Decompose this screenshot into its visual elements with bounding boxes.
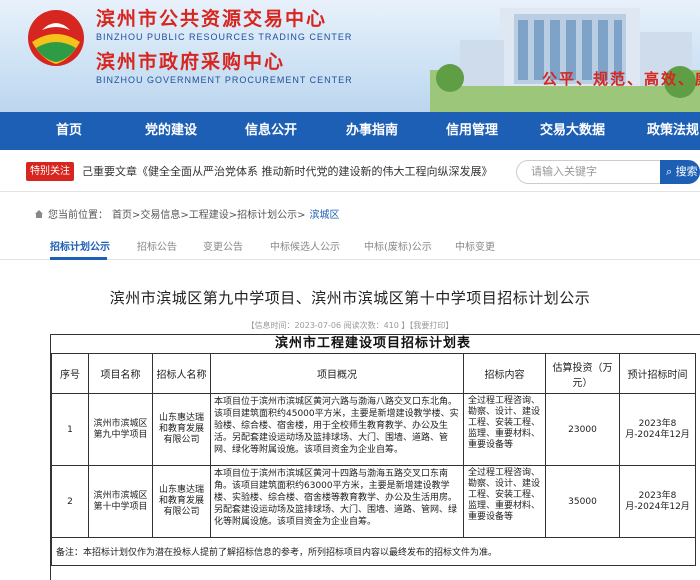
row-overview: 本项目位于滨州市滨城区黄河六路与渤海八路交叉口东北角。该项目建筑面积约45000…: [210, 393, 464, 466]
tab-award[interactable]: 中标(废标)公示: [364, 238, 432, 253]
plan-table: 序号 项目名称 招标人名称 项目概况 招标内容 估算投资（万元） 预计招标时间 …: [51, 353, 696, 566]
search-button-label: 搜索: [675, 165, 698, 178]
col-header-content: 招标内容: [463, 353, 546, 394]
row-project-name: 滨州市滨城区第十中学项目: [88, 465, 153, 538]
special-focus-tag: 特别关注: [26, 162, 74, 181]
building-illustration: [430, 8, 700, 112]
nav-item-big-data[interactable]: 交易大数据: [540, 112, 605, 150]
org-name-cn: 滨州市公共资源交易中心: [96, 8, 328, 30]
table-header-row: 序号 项目名称 招标人名称 项目概况 招标内容 估算投资（万元） 预计招标时间: [51, 353, 696, 394]
site-logo: [28, 10, 84, 66]
breadcrumb: 您当前位置： 首页>交易信息>工程建设>招标计划公示> 滨城区: [34, 206, 340, 221]
slogan: 公平、规范、高效、廉: [542, 70, 700, 88]
plan-document: 滨州市工程建设项目招标计划表 序号 项目名称 招标人名称 项目概况 招标内容 估…: [50, 334, 700, 580]
active-tab-indicator: [50, 257, 107, 260]
procurement-name-cn: 滨州市政府采购中心: [96, 51, 286, 73]
tab-bid-plan[interactable]: 招标计划公示: [50, 238, 110, 253]
row-time: 2023年8月-2024年12月: [619, 465, 696, 538]
row-project-name: 滨州市滨城区第九中学项目: [88, 393, 153, 466]
row-investment: 23000: [545, 393, 620, 466]
procurement-name-en: BINZHOU GOVERNMENT PROCUREMENT CENTER: [96, 75, 353, 85]
nav-item-credit[interactable]: 信用管理: [446, 112, 498, 150]
col-header-investment: 估算投资（万元）: [545, 353, 620, 394]
notice-strip: 特别关注 己重要文章《健全全面从严治党体系 推动新时代党的建设新的伟大工程向纵深…: [0, 150, 700, 192]
row-no: 1: [51, 393, 89, 466]
col-header-overview: 项目概况: [210, 353, 464, 394]
col-header-no: 序号: [51, 353, 89, 394]
org-name-en: BINZHOU PUBLIC RESOURCES TRADING CENTER: [96, 32, 353, 42]
nav-item-policy[interactable]: 政策法规: [647, 112, 699, 150]
main-nav: 首页 党的建设 信息公开 办事指南 信用管理 交易大数据 政策法规: [0, 112, 700, 150]
tab-award-change[interactable]: 中标变更: [455, 238, 495, 253]
nav-item-party[interactable]: 党的建设: [145, 112, 197, 150]
col-header-tenderer: 招标人名称: [152, 353, 211, 394]
table-note: 备注：本招标计划仅作为潜在投标人提前了解招标信息的参考，所列招标项目内容以最终发…: [51, 537, 696, 566]
col-header-project: 项目名称: [88, 353, 153, 394]
site-header: 滨州市公共资源交易中心 BINZHOU PUBLIC RESOURCES TRA…: [0, 0, 700, 112]
col-header-time: 预计招标时间: [619, 353, 696, 394]
nav-item-public-info[interactable]: 信息公开: [245, 112, 297, 150]
breadcrumb-path[interactable]: 首页>交易信息>工程建设>招标计划公示>: [112, 206, 306, 221]
row-no: 2: [51, 465, 89, 538]
row-overview: 本项目位于滨州市滨城区黄河十四路与渤海五路交叉口东南角。该项目建筑面积约6300…: [210, 465, 464, 538]
row-time: 2023年8月-2024年12月: [619, 393, 696, 466]
news-ticker[interactable]: 己重要文章《健全全面从严治党体系 推动新时代党的建设新的伟大工程向纵深发展》: [82, 163, 502, 179]
row-content: 全过程工程咨询、勘察、设计、建设工程、安装工程、监理、重要材料、重要设备等: [463, 465, 546, 538]
row-tenderer: 山东惠达瑞和教育发展有限公司: [152, 465, 211, 538]
tab-change-notice[interactable]: 变更公告: [203, 238, 243, 253]
table-row: 1 滨州市滨城区第九中学项目 山东惠达瑞和教育发展有限公司 本项目位于滨州市滨城…: [51, 393, 696, 466]
search-button[interactable]: ⌕ 搜索: [660, 160, 700, 184]
nav-item-guide[interactable]: 办事指南: [346, 112, 398, 150]
table-row: 2 滨州市滨城区第十中学项目 山东惠达瑞和教育发展有限公司 本项目位于滨州市滨城…: [51, 465, 696, 538]
category-tabs: 招标计划公示 招标公告 变更公告 中标候选人公示 中标(废标)公示 中标变更: [0, 230, 700, 260]
tab-candidate[interactable]: 中标候选人公示: [270, 238, 340, 253]
search-input[interactable]: 请输入关键字: [516, 160, 666, 184]
nav-item-home[interactable]: 首页: [56, 112, 82, 150]
tab-bid-notice[interactable]: 招标公告: [137, 238, 177, 253]
brand-block: 滨州市公共资源交易中心 BINZHOU PUBLIC RESOURCES TRA…: [96, 4, 353, 85]
row-tenderer: 山东惠达瑞和教育发展有限公司: [152, 393, 211, 466]
home-icon: [35, 209, 43, 218]
row-content: 全过程工程咨询、勘察、设计、建设工程、安装工程、监理、重要材料、重要设备等: [463, 393, 546, 466]
article-title: 滨州市滨城区第九中学项目、滨州市滨城区第十中学项目招标计划公示: [109, 289, 591, 307]
article-meta: 【信息时间：2023-07-06 阅读次数：410 】【我要打印】: [246, 321, 454, 330]
breadcrumb-prefix: 您当前位置：: [48, 210, 108, 221]
table-note-row: 备注：本招标计划仅作为潜在投标人提前了解招标信息的参考，所列招标项目内容以最终发…: [51, 537, 696, 566]
row-investment: 35000: [545, 465, 620, 538]
document-title: 滨州市工程建设项目招标计划表: [274, 336, 471, 351]
breadcrumb-current[interactable]: 滨城区: [310, 206, 340, 221]
search-icon: ⌕: [666, 165, 673, 178]
